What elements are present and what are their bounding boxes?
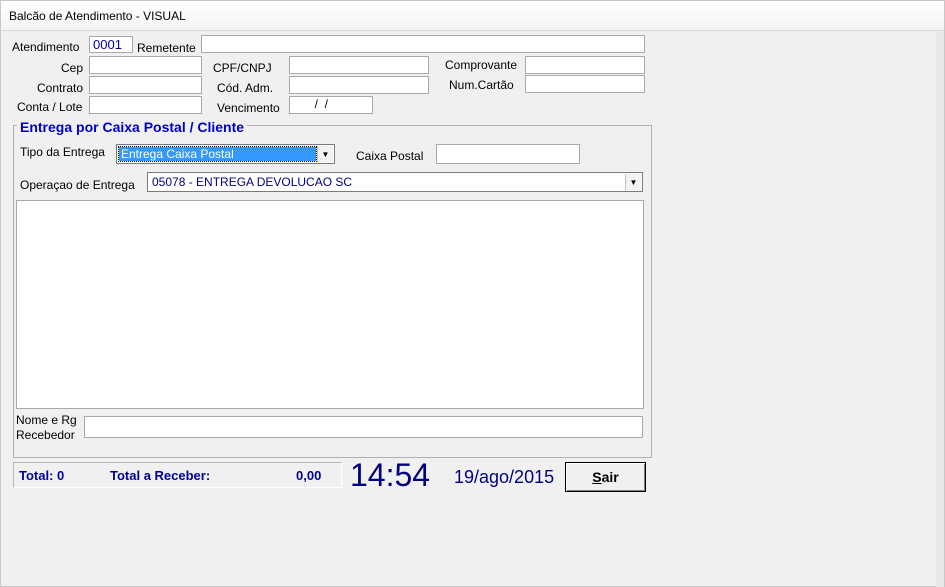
vencimento-label: Vencimento	[217, 101, 280, 115]
num-cartao-field[interactable]	[525, 75, 645, 93]
cep-field[interactable]	[89, 56, 202, 74]
caixa-postal-label: Caixa Postal	[356, 149, 424, 163]
operacao-entrega-select[interactable]: 05078 - ENTREGA DEVOLUCAO SC ▼	[147, 172, 643, 192]
contrato-field[interactable]	[89, 76, 202, 94]
date-display: 19/ago/2015	[454, 467, 555, 487]
operacao-entrega-value: 05078 - ENTREGA DEVOLUCAO SC	[152, 175, 353, 189]
tipo-entrega-select[interactable]: Entrega Caixa Postal ▼	[116, 144, 335, 164]
vencimento-field[interactable]: / /	[289, 96, 373, 114]
delivery-items-list[interactable]	[16, 200, 644, 409]
clock-display: 14:54	[350, 457, 431, 493]
tipo-entrega-label: Tipo da Entrega	[20, 145, 105, 159]
sair-button[interactable]: Sair	[565, 462, 646, 492]
cep-label: Cep	[61, 61, 84, 75]
recebedor-label-line2: Recebedor	[16, 428, 75, 442]
num-cartao-label: Num.Cartão	[449, 78, 514, 92]
cod-adm-label: Cód. Adm.	[217, 81, 274, 95]
caixa-postal-field[interactable]	[436, 144, 580, 164]
remetente-label: Remetente	[137, 41, 196, 55]
sair-button-label: air	[601, 469, 619, 485]
remetente-field[interactable]	[201, 35, 645, 53]
conta-lote-label: Conta / Lote	[17, 100, 83, 114]
total-count: Total: 0	[19, 468, 65, 483]
comprovante-field[interactable]	[525, 56, 645, 74]
sair-button-mnemonic: S	[592, 469, 602, 485]
main-window: Balcão de Atendimento - VISUAL Atendimen…	[0, 0, 945, 587]
tipo-entrega-value: Entrega Caixa Postal	[118, 146, 317, 162]
cpf-cnpj-label: CPF/CNPJ	[213, 61, 272, 75]
title-bar[interactable]: Balcão de Atendimento - VISUAL	[1, 1, 944, 31]
recebedor-label-line1: Nome e Rg	[16, 413, 77, 427]
chevron-down-icon[interactable]: ▼	[625, 174, 641, 190]
atendimento-label: Atendimento	[12, 40, 80, 54]
chevron-down-icon[interactable]: ▼	[317, 146, 333, 162]
total-receber-label: Total a Receber:	[110, 468, 211, 483]
atendimento-field[interactable]: 0001	[89, 36, 133, 53]
conta-lote-field[interactable]	[89, 96, 202, 114]
cod-adm-field[interactable]	[289, 76, 429, 94]
window-right-border	[936, 32, 944, 587]
operacao-entrega-label: Operaçao de Entrega	[20, 178, 135, 192]
contrato-label: Contrato	[37, 81, 84, 95]
cpf-cnpj-field[interactable]	[289, 56, 429, 74]
total-receber-value: 0,00	[296, 468, 322, 483]
delivery-group-title: Entrega por Caixa Postal / Cliente	[17, 119, 248, 135]
window-title: Balcão de Atendimento - VISUAL	[9, 9, 186, 23]
comprovante-label: Comprovante	[445, 58, 518, 72]
recebedor-field[interactable]	[84, 416, 643, 438]
